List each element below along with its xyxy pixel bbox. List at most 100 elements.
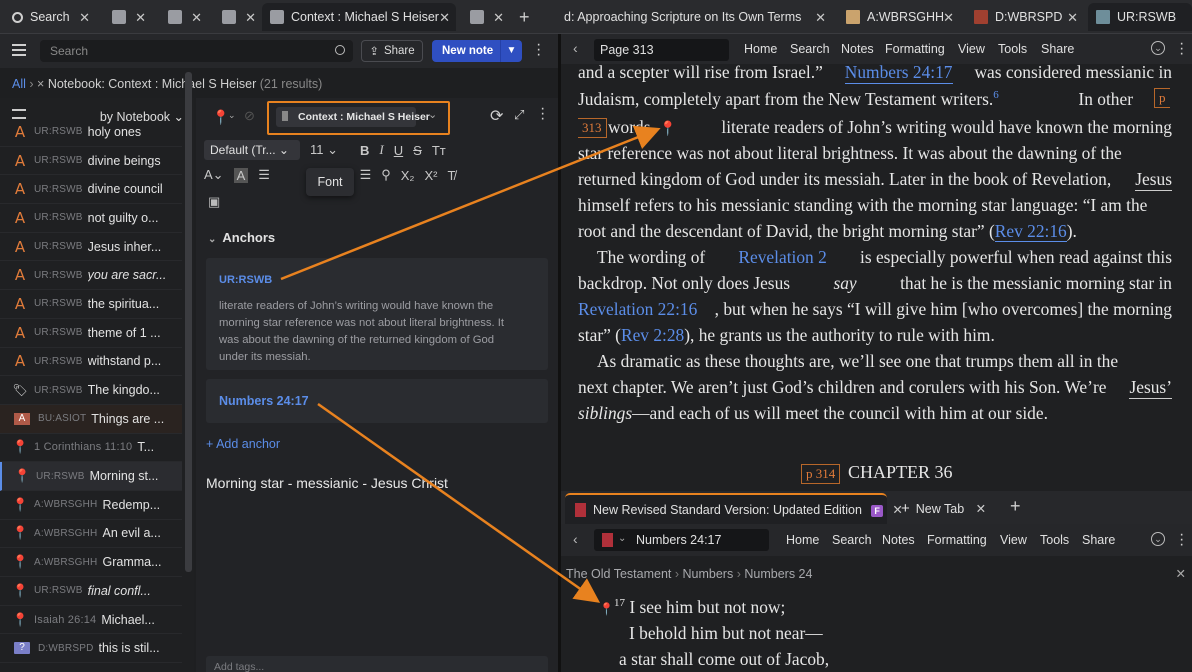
align-icon[interactable]: ☰ <box>258 167 270 183</box>
breadcrumb-all[interactable]: All <box>12 77 26 91</box>
tags-input[interactable]: Add tags... <box>206 656 548 672</box>
more-options-icon[interactable]: · · · <box>536 37 541 63</box>
menu-icon[interactable] <box>12 44 26 56</box>
close-icon[interactable]: ✕ <box>1067 10 1078 26</box>
tab-context-notebook[interactable]: Context : Michael S Heiser ✕ <box>262 3 456 31</box>
menu-view[interactable]: View <box>1000 533 1027 547</box>
word-link[interactable]: Jesus <box>1135 169 1172 191</box>
more-options-icon[interactable]: · · · <box>1179 36 1184 62</box>
anchors-heading[interactable]: ⌄ Anchors <box>208 230 275 245</box>
crumb-book[interactable]: Numbers <box>683 567 734 581</box>
menu-search[interactable]: Search <box>790 42 830 56</box>
chevron-down-icon[interactable]: ▼ <box>500 40 522 62</box>
close-icon[interactable]: ✕ <box>245 10 256 26</box>
list-item[interactable]: A UR:RSWB divine beings <box>0 147 182 176</box>
text-format-icon[interactable]: Tт <box>432 143 446 158</box>
menu-tools[interactable]: Tools <box>998 42 1027 56</box>
tab-a-wbrsghh[interactable]: A:WBRSGHH ✕ <box>838 3 960 31</box>
tab-ur-rswb[interactable]: UR:RSWB <box>1088 3 1192 31</box>
reference-input[interactable]: ⌄ Numbers 24:17 <box>594 529 769 551</box>
close-icon[interactable]: ✕ <box>191 10 202 26</box>
chevron-down-icon[interactable]: ⌄ <box>618 533 626 544</box>
close-icon[interactable]: ✕ <box>815 10 826 26</box>
bold-icon[interactable]: B <box>360 143 369 158</box>
list-item[interactable]: 📍 A:WBRSGHH Gramma... <box>0 548 182 577</box>
tab-doc-3[interactable]: ✕ <box>214 3 262 31</box>
new-tab-plus-icon[interactable]: + <box>519 7 530 28</box>
new-note-button[interactable]: New note ▼ <box>432 40 522 62</box>
menu-share[interactable]: Share <box>1082 533 1115 547</box>
list-item[interactable]: A UR:RSWB theme of 1 ... <box>0 319 182 348</box>
list-item[interactable]: A BU:ASIOT Things are ... <box>0 404 182 434</box>
list-item[interactable]: 📍 A:WBRSGHH An evil a... <box>0 520 182 549</box>
menu-share[interactable]: Share <box>1041 42 1074 56</box>
subscript-icon[interactable]: X₂ <box>401 168 415 183</box>
list-item[interactable]: 📍 UR:RSWB final confl... <box>0 577 182 606</box>
more-options-icon[interactable]: · · · <box>1179 527 1184 553</box>
more-options-icon[interactable]: · · · <box>540 101 545 127</box>
close-icon[interactable]: ✕ <box>1176 566 1186 581</box>
panel-menu-icon[interactable]: ⌄ <box>1151 532 1165 546</box>
list-item[interactable]: 🏷 UR:RSWB The kingdo... <box>0 376 182 405</box>
pin-icon[interactable]: 📍 <box>212 109 229 126</box>
list-item[interactable]: A UR:RSWB not guilty o... <box>0 204 182 233</box>
list-item[interactable]: 📍 A:WBRSGHH Redemp... <box>0 491 182 520</box>
tab-nrsvue[interactable]: New Revised Standard Version: Updated Ed… <box>565 493 903 524</box>
strikethrough-icon[interactable]: S <box>413 143 422 158</box>
page-input[interactable]: Page 313 <box>594 39 729 61</box>
list-item[interactable]: 📍 UR:RSWB Morning st... <box>0 462 182 491</box>
pin-icon[interactable]: 📍 <box>659 122 676 137</box>
panel-menu-icon[interactable]: ⌄ <box>1151 41 1165 55</box>
close-icon[interactable]: ✕ <box>493 10 504 26</box>
verse-link[interactable]: Numbers 24:17 <box>844 64 953 84</box>
list-item[interactable]: A UR:RSWB holy ones <box>0 118 182 147</box>
word-link[interactable]: Jesus’ <box>1129 377 1172 399</box>
anchor-card-numbers[interactable]: Numbers 24:17 <box>206 379 548 423</box>
list-item[interactable]: ? D:WBRSPD this is stil... <box>0 634 182 664</box>
menu-view[interactable]: View <box>958 42 985 56</box>
tab-new[interactable]: + New Tab ✕ <box>901 500 986 517</box>
clear-format-icon[interactable]: T̸ <box>447 168 455 183</box>
superscript-icon[interactable]: X² <box>424 168 437 183</box>
share-button[interactable]: ⇪ Share <box>361 40 423 62</box>
close-icon[interactable]: ✕ <box>976 502 986 516</box>
anchor-ref-link[interactable]: Numbers 24:17 <box>219 394 309 408</box>
tab-search[interactable]: Search ✕ <box>4 3 96 31</box>
back-icon[interactable]: ‹ <box>573 40 578 56</box>
note-content[interactable]: Morning star - messianic - Jesus Christ <box>206 475 448 491</box>
list-item[interactable]: 📍 Isaiah 26:14 Michael... <box>0 606 182 635</box>
list-item[interactable]: A UR:RSWB Jesus inher... <box>0 233 182 262</box>
italic-icon[interactable]: I <box>379 142 383 158</box>
list-scrollbar[interactable] <box>185 72 192 572</box>
close-icon[interactable]: ✕ <box>943 10 954 26</box>
notes-search-input[interactable]: Search <box>40 40 353 62</box>
menu-notes[interactable]: Notes <box>841 42 874 56</box>
verse-link[interactable]: Rev 22:16 <box>994 221 1067 242</box>
menu-home[interactable]: Home <box>744 42 777 56</box>
pin-icon[interactable]: 📍 <box>599 602 614 616</box>
back-icon[interactable]: ‹ <box>573 531 578 547</box>
verse-link[interactable]: Revelation 22:16 <box>578 299 697 320</box>
menu-notes[interactable]: Notes <box>882 533 915 547</box>
verse-link[interactable]: Revelation 2 <box>738 247 826 268</box>
underline-icon[interactable]: U <box>394 143 403 158</box>
close-icon[interactable]: ✕ <box>79 10 90 26</box>
list-item[interactable]: A UR:RSWB withstand p... <box>0 348 182 377</box>
expand-icon[interactable]: ⤢ <box>514 107 524 123</box>
list-item[interactable]: A UR:RSWB divine council <box>0 175 182 205</box>
list-item[interactable]: 📍 1 Corinthians 11:10 T... <box>0 434 182 463</box>
menu-formatting[interactable]: Formatting <box>927 533 987 547</box>
link-icon[interactable]: ⚲ <box>381 167 391 183</box>
crumb-testament[interactable]: The Old Testament <box>566 567 671 581</box>
crumb-chapter[interactable]: Numbers 24 <box>744 567 812 581</box>
no-color-icon[interactable]: ⊘ <box>244 108 255 124</box>
list-item[interactable]: A UR:RSWB you are sacr... <box>0 261 182 291</box>
tab-doc-4[interactable]: ✕ <box>462 3 510 31</box>
tab-approaching-scripture[interactable]: d: Approaching Scripture on Its Own Term… <box>556 3 832 31</box>
chevron-down-icon[interactable]: ⌄ <box>228 110 236 121</box>
menu-tools[interactable]: Tools <box>1040 533 1069 547</box>
anchor-card-ur-rswb[interactable]: UR:RSWB literate readers of John’s writi… <box>206 258 548 370</box>
image-icon[interactable]: ▣ <box>208 194 220 210</box>
remove-filter-icon[interactable]: × <box>37 77 44 91</box>
indent-increase-icon[interactable]: ☰ <box>360 167 372 183</box>
